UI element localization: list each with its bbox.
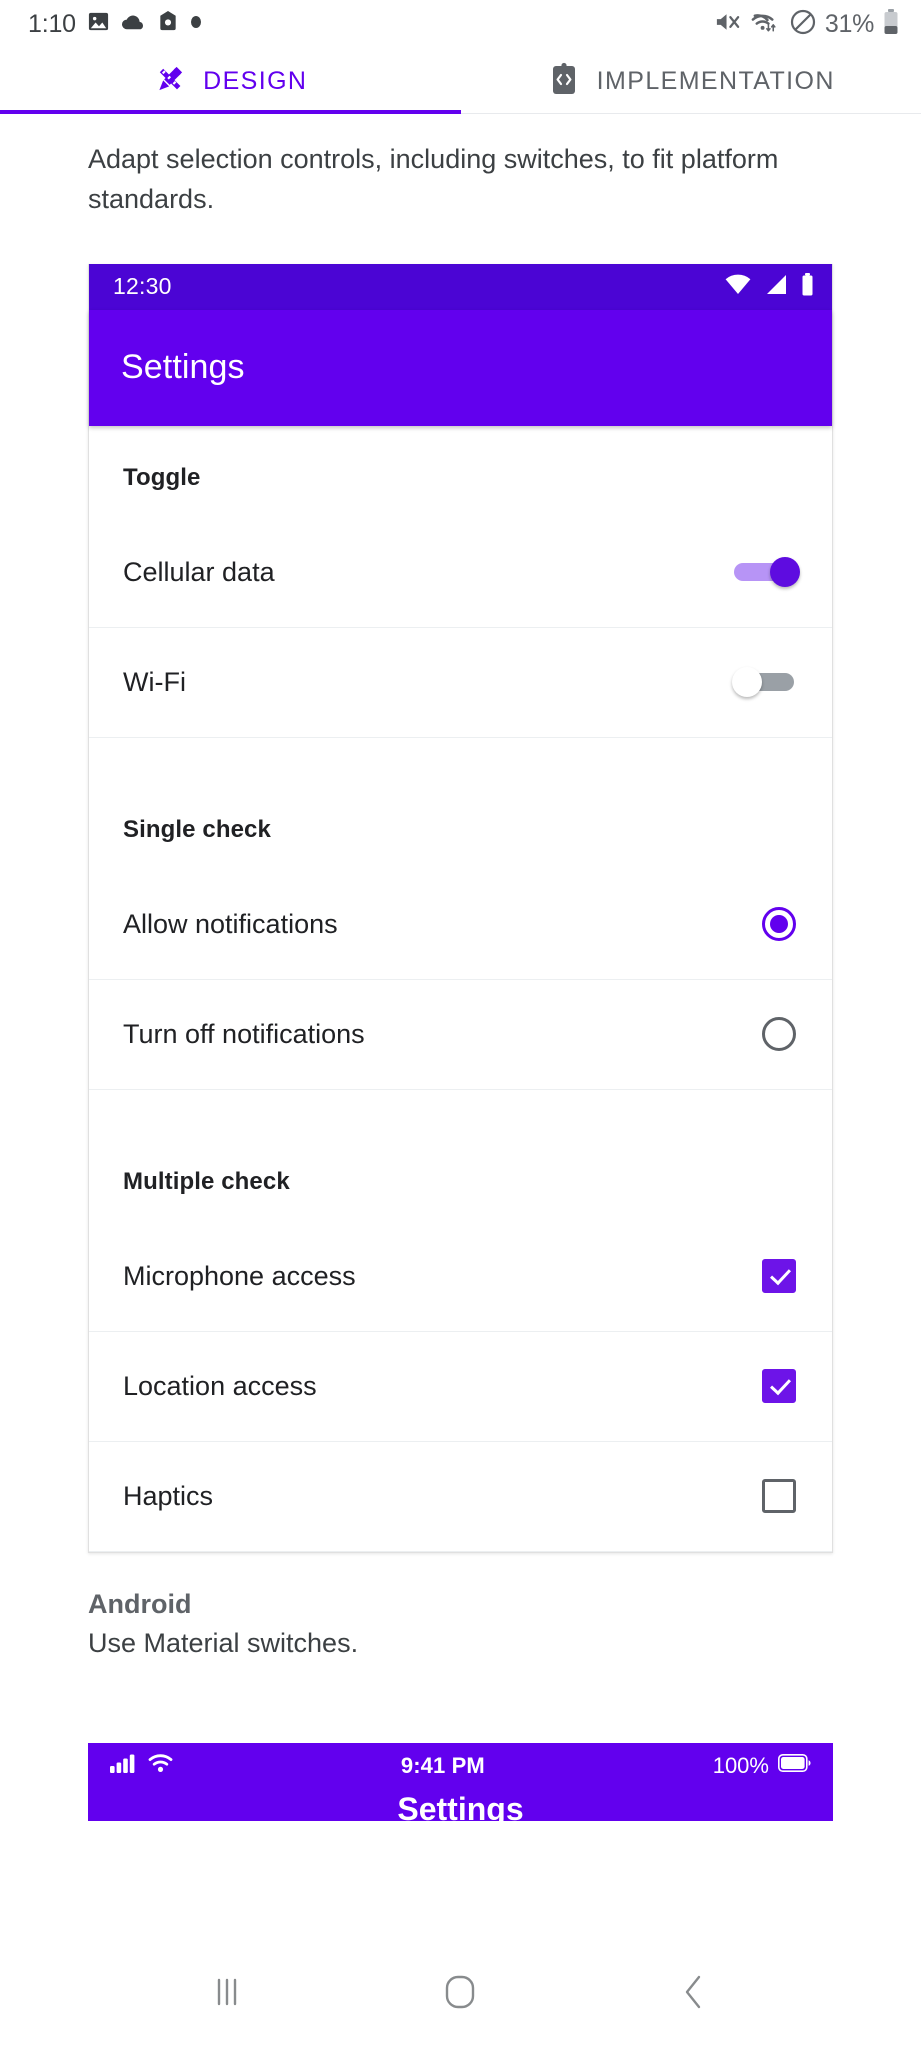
tab-active-indicator: [0, 110, 461, 114]
row-microphone-access[interactable]: Microphone access: [89, 1222, 832, 1332]
code-clipboard-icon: [547, 62, 581, 101]
dot-icon: [190, 15, 202, 34]
os-status-bar: 1:10 31%: [0, 0, 921, 48]
ios-status-right: 100%: [713, 1753, 811, 1779]
row-label: Allow notifications: [123, 908, 338, 939]
battery-percent-label: 31%: [824, 9, 874, 38]
row-label: Turn off notifications: [123, 1018, 365, 1049]
checkbox-location-access[interactable]: [762, 1369, 796, 1404]
battery-icon: [801, 272, 814, 301]
ios-status-left: [110, 1753, 173, 1778]
back-button[interactable]: [649, 1959, 739, 2029]
cellular-bars-icon: [110, 1753, 136, 1778]
status-bar-clock: 1:10: [28, 9, 76, 38]
tab-implementation[interactable]: IMPLEMENTATION: [461, 48, 921, 114]
design-pen-ruler-icon: [153, 62, 187, 101]
row-location-access[interactable]: Location access: [89, 1332, 832, 1442]
status-bar-left: 1:10: [28, 10, 202, 39]
checkbox-haptics[interactable]: [762, 1479, 796, 1514]
mock-app-title: Settings: [121, 348, 245, 387]
home-icon: [443, 1974, 477, 2015]
row-label: Microphone access: [123, 1260, 356, 1291]
row-label: Cellular data: [123, 556, 275, 587]
intro-text: Adapt selection controls, including swit…: [88, 144, 779, 214]
android-device-mockup: 12:30 Settings Toggle Cellular data Wi-F…: [88, 263, 833, 1553]
switch-thumb: [732, 667, 762, 698]
ios-device-mockup: 9:41 PM 100% Settings: [88, 1742, 833, 1821]
back-chevron-icon: [681, 1974, 707, 2015]
mock-status-bar: 12:30: [89, 263, 832, 310]
tab-design-label: DESIGN: [203, 66, 308, 95]
wifi-icon: [725, 274, 751, 300]
ios-clock: 9:41 PM: [400, 1752, 485, 1778]
platform-note-title: Android: [88, 1588, 192, 1619]
system-navigation-bar: [0, 1940, 921, 2048]
row-turn-off-notifications[interactable]: Turn off notifications: [89, 980, 832, 1090]
wifi-data-icon: [750, 10, 781, 39]
radio-turn-off-notifications[interactable]: [762, 1017, 796, 1052]
group-title-toggle: Toggle: [123, 463, 201, 491]
row-allow-notifications[interactable]: Allow notifications: [89, 870, 832, 980]
switch-thumb: [770, 557, 800, 588]
row-wifi[interactable]: Wi-Fi: [89, 628, 832, 738]
battery-icon: [777, 1754, 811, 1777]
cloud-icon: [121, 10, 146, 38]
recents-button[interactable]: [182, 1959, 272, 2029]
row-label: Haptics: [123, 1480, 214, 1511]
mute-icon: [714, 10, 741, 39]
ios-status-bar: 9:41 PM 100%: [88, 1743, 833, 1789]
ios-battery-percent: 100%: [712, 1752, 769, 1778]
checkbox-microphone-access[interactable]: [762, 1259, 796, 1294]
platform-note-body: Use Material switches.: [88, 1627, 359, 1658]
cellular-signal-icon: [764, 274, 788, 300]
row-label: Location access: [123, 1370, 317, 1401]
radio-allow-notifications[interactable]: [762, 907, 796, 942]
group-title-multiple-check: Multiple check: [123, 1167, 290, 1195]
home-button[interactable]: [415, 1959, 505, 2029]
platform-note: Android Use Material switches.: [0, 1553, 921, 1659]
row-cellular-data[interactable]: Cellular data: [89, 518, 832, 628]
switch-cellular-data[interactable]: [734, 552, 800, 592]
image-icon: [87, 10, 110, 38]
do-not-disturb-icon: [790, 9, 816, 40]
tab-design[interactable]: DESIGN: [0, 48, 461, 114]
wifi-icon: [148, 1753, 173, 1778]
page-content: Adapt selection controls, including swit…: [0, 114, 921, 1940]
camera-icon: [157, 10, 179, 38]
row-label: Wi-Fi: [123, 666, 186, 697]
group-title-single-check: Single check: [123, 815, 271, 843]
row-haptics[interactable]: Haptics: [89, 1442, 832, 1552]
battery-icon: [883, 8, 899, 40]
mock-settings-list: Toggle Cellular data Wi-Fi Single check: [89, 425, 832, 1552]
ios-title: Settings: [397, 1790, 524, 1821]
mock-app-bar: Settings: [89, 309, 832, 426]
tab-bar: DESIGN IMPLEMENTATION: [0, 48, 921, 114]
mock-clock: 12:30: [113, 273, 172, 300]
recents-icon: [211, 1975, 243, 2014]
tab-implementation-label: IMPLEMENTATION: [596, 66, 835, 95]
status-bar-right: 31%: [714, 8, 899, 40]
switch-wifi[interactable]: [732, 662, 796, 702]
mock-status-icons: [725, 272, 814, 301]
